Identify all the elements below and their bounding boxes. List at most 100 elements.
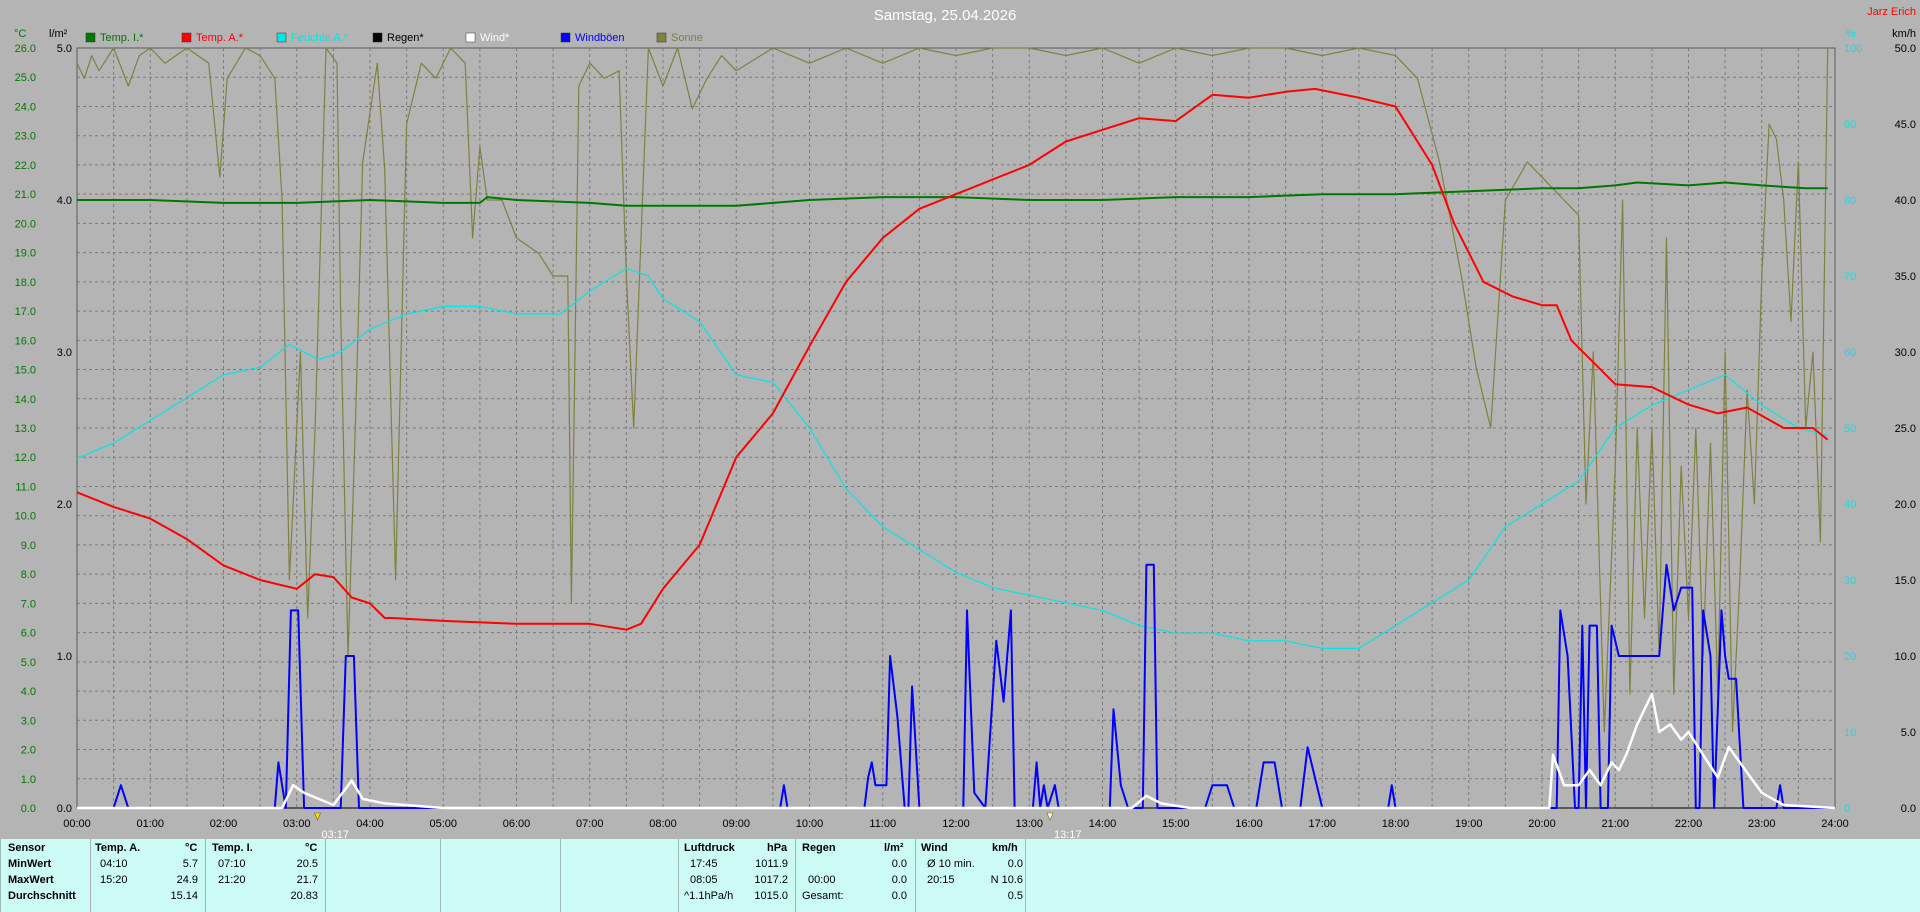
temp-tick-label: 26.0 <box>15 43 36 55</box>
wind-tick-label: 40.0 <box>1895 195 1916 207</box>
legend-label: Wind* <box>480 32 510 44</box>
temp-i-unit: °C <box>305 842 318 854</box>
wind-tick-label: 25.0 <box>1895 423 1916 435</box>
temp-tick-label: 3.0 <box>21 715 36 727</box>
time-tick-label: 01:00 <box>136 818 164 830</box>
temp-tick-label: 25.0 <box>15 72 36 84</box>
row-label-avg: Durchschnitt <box>8 890 76 902</box>
humidity-unit-label: % <box>1846 28 1856 40</box>
temp-a-max-time: 15:20 <box>100 874 128 886</box>
legend-label: Sonne <box>671 32 703 44</box>
humidity-tick-label: 20 <box>1844 651 1856 663</box>
rain-tick-label: 0.0 <box>57 803 72 815</box>
sunset-icon <box>1046 812 1054 821</box>
wind-tick-label: 45.0 <box>1895 119 1916 131</box>
legend-swatch <box>276 32 287 43</box>
temp-a-max-value: 24.9 <box>176 874 198 886</box>
pressure-max-value: 1017.2 <box>754 874 788 886</box>
humidity-tick-label: 40 <box>1844 499 1856 511</box>
time-tick-label: 15:00 <box>1162 818 1190 830</box>
temp-tick-label: 4.0 <box>21 686 36 698</box>
temp-a-average: 15.14 <box>170 890 198 902</box>
temp-a-min-value: 5.7 <box>182 858 198 870</box>
rain-max-value: 0.0 <box>891 874 907 886</box>
wind-day-average: 0.5 <box>1007 890 1023 902</box>
wind-tick-label: 0.0 <box>1901 803 1916 815</box>
time-tick-label: 24:00 <box>1821 818 1849 830</box>
rain-tick-label: 3.0 <box>57 347 72 359</box>
wind-unit: km/h <box>992 842 1018 854</box>
sensor-header: Sensor <box>8 842 46 854</box>
temp-unit-label: °C <box>14 28 26 40</box>
pressure-min-value: 1011.9 <box>755 858 788 870</box>
sunrise-time-label: 03:17 <box>322 829 350 839</box>
rain-total-value: 0.0 <box>891 890 907 902</box>
humidity-tick-label: 60 <box>1844 347 1856 359</box>
row-label-max: MaxWert <box>8 874 54 886</box>
temp-tick-label: 15.0 <box>15 365 36 377</box>
time-tick-label: 10:00 <box>796 818 824 830</box>
legend-item: Regen* <box>372 32 424 44</box>
temp-a-min-time: 04:10 <box>100 858 128 870</box>
temp-tick-label: 7.0 <box>21 598 36 610</box>
temp-tick-label: 24.0 <box>15 101 36 113</box>
time-tick-label: 07:00 <box>576 818 604 830</box>
time-tick-label: 05:00 <box>429 818 457 830</box>
temp-tick-label: 5.0 <box>21 657 36 669</box>
temp-tick-label: 6.0 <box>21 628 36 640</box>
legend-item: Feuchte A.* <box>276 32 349 44</box>
pressure-trend-value: 1015.0 <box>754 890 788 902</box>
temp-tick-label: 17.0 <box>15 306 36 318</box>
legend-label: Feuchte A.* <box>291 32 349 44</box>
humidity-tick-label: 50 <box>1844 423 1856 435</box>
temp-tick-label: 13.0 <box>15 423 36 435</box>
temp-a-header: Temp. A. <box>95 842 141 854</box>
legend-swatch <box>372 32 383 43</box>
temp-tick-label: 20.0 <box>15 218 36 230</box>
temp-tick-label: 16.0 <box>15 335 36 347</box>
legend-swatch <box>85 32 96 43</box>
time-tick-label: 04:00 <box>356 818 384 830</box>
temp-tick-label: 8.0 <box>21 569 36 581</box>
temp-tick-label: 10.0 <box>15 511 36 523</box>
legend-label: Regen* <box>387 32 424 44</box>
wind-max-value: N 10.6 <box>990 874 1023 886</box>
time-tick-label: 20:00 <box>1528 818 1556 830</box>
temp-i-max-value: 21.7 <box>296 874 318 886</box>
temp-i-header: Temp. I. <box>212 842 253 854</box>
wind-tick-label: 15.0 <box>1895 575 1916 587</box>
temp-tick-label: 0.0 <box>21 803 36 815</box>
time-tick-label: 00:00 <box>63 818 91 830</box>
humidity-tick-label: 30 <box>1844 575 1856 587</box>
rain-tick-label: 5.0 <box>57 43 72 55</box>
wind-tick-label: 35.0 <box>1895 271 1916 283</box>
time-tick-label: 11:00 <box>869 818 896 830</box>
time-tick-label: 03:00 <box>283 818 311 830</box>
wind-avg-value: 0.0 <box>1007 858 1023 870</box>
time-tick-label: 02:00 <box>210 818 238 830</box>
temp-tick-label: 19.0 <box>15 248 36 260</box>
wind-avg-label: Ø 10 min. <box>927 858 975 870</box>
temp-tick-label: 14.0 <box>15 394 36 406</box>
temp-tick-label: 21.0 <box>15 189 36 201</box>
time-tick-label: 19:00 <box>1455 818 1483 830</box>
rain-tick-label: 1.0 <box>57 651 72 663</box>
humidity-tick-label: 0 <box>1844 803 1850 815</box>
legend-item: Windböen <box>560 32 625 44</box>
wind-header: Wind <box>921 842 948 854</box>
legend-label: Temp. A.* <box>196 32 244 44</box>
time-tick-label: 08:00 <box>649 818 677 830</box>
temp-i-average: 20.83 <box>290 890 318 902</box>
temp-tick-label: 9.0 <box>21 540 36 552</box>
wind-tick-label: 50.0 <box>1895 43 1916 55</box>
row-label-min: MinWert <box>8 858 52 870</box>
rain-min-value: 0.0 <box>891 858 907 870</box>
chart-grid <box>76 47 1836 809</box>
wind-tick-label: 5.0 <box>1901 727 1916 739</box>
temp-tick-label: 12.0 <box>15 452 36 464</box>
temp-i-min-time: 07:10 <box>218 858 246 870</box>
humidity-tick-label: 10 <box>1844 727 1856 739</box>
wind-tick-label: 10.0 <box>1895 651 1916 663</box>
time-tick-label: 12:00 <box>942 818 970 830</box>
rain-header: Regen <box>802 842 836 854</box>
